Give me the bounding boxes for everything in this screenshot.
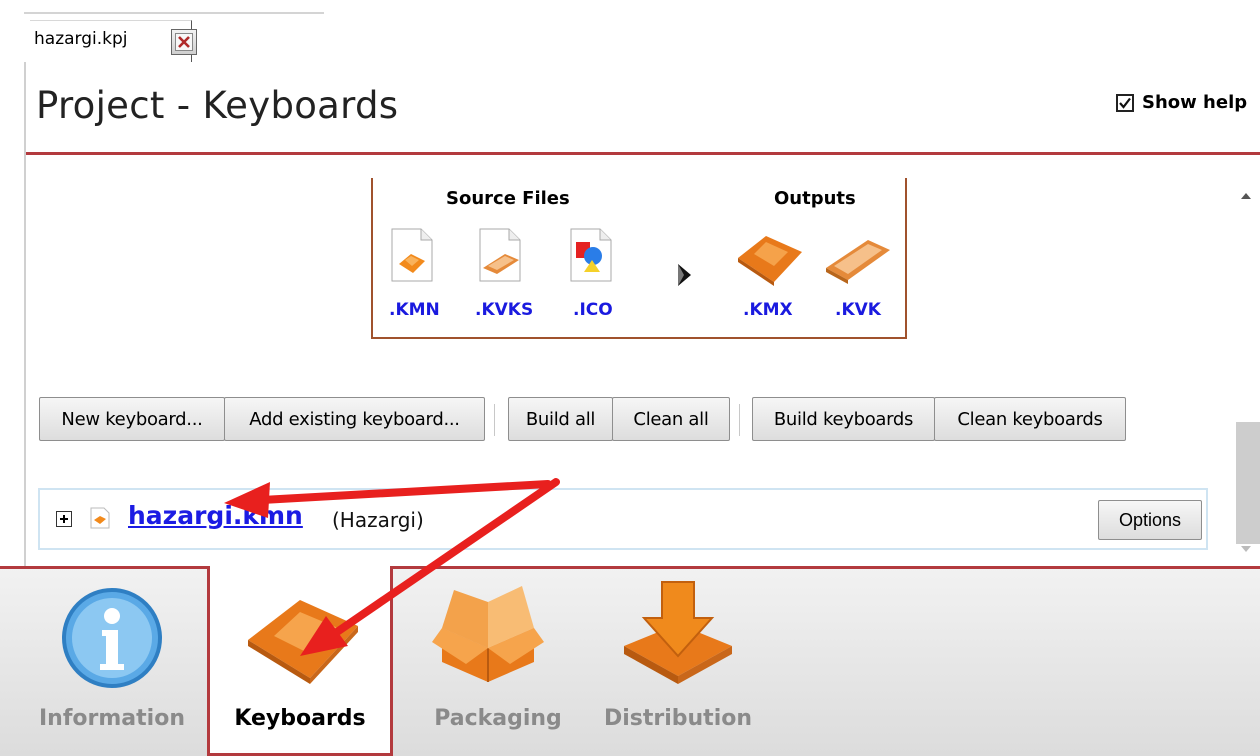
show-help-label: Show help [1142, 92, 1248, 113]
kmx-ext-label: .KMX [743, 300, 793, 320]
ico-ext-label: .ICO [573, 300, 613, 320]
source-files-heading: Source Files [446, 188, 570, 209]
close-tab-icon[interactable] [171, 29, 197, 55]
packaging-box-icon [432, 586, 544, 682]
ico-file-icon [570, 228, 612, 282]
kmn-ext-label: .KMN [389, 300, 440, 320]
keyboards-icon [248, 600, 358, 684]
clean-all-button[interactable]: Clean all [612, 397, 730, 441]
scroll-up-arrow-icon[interactable] [1240, 192, 1252, 200]
kvk-ext-label: .KVK [835, 300, 881, 320]
nav-keyboards-label: Keyboards [234, 706, 366, 731]
nav-packaging[interactable]: Packaging [398, 566, 598, 756]
add-existing-keyboard-button[interactable]: Add existing keyboard... [224, 397, 485, 441]
kvk-output-icon [826, 240, 890, 284]
toolbar-separator [739, 404, 741, 436]
nav-packaging-label: Packaging [434, 706, 562, 731]
show-help-checkbox[interactable]: Show help [1116, 92, 1247, 113]
expand-plus-icon[interactable] [56, 511, 72, 527]
arrow-right-icon [678, 264, 691, 286]
keyboard-display-name: (Hazargi) [332, 508, 424, 532]
build-keyboards-button[interactable]: Build keyboards [752, 397, 935, 441]
clean-keyboards-button[interactable]: Clean keyboards [934, 397, 1126, 441]
kmx-output-icon [738, 236, 802, 286]
nav-distribution-label: Distribution [603, 706, 753, 731]
checkbox-checked-icon[interactable] [1116, 93, 1134, 112]
keyboard-list: hazargi.kmn (Hazargi) Options [38, 488, 1208, 550]
project-file-tab[interactable]: hazargi.kpj [30, 20, 197, 62]
project-file-tab-label: hazargi.kpj [34, 29, 128, 49]
page-title: Project - Keyboards [36, 84, 399, 127]
information-icon [62, 588, 162, 688]
scrollbar-thumb[interactable] [1236, 422, 1260, 544]
kvks-ext-label: .KVKS [475, 300, 534, 320]
distribution-download-icon [624, 581, 732, 684]
build-all-button[interactable]: Build all [508, 397, 613, 441]
header-divider [26, 152, 1260, 155]
keyboard-file-link[interactable]: hazargi.kmn [128, 501, 303, 530]
nav-information[interactable]: Information [22, 566, 202, 756]
keyboard-file-icon [90, 507, 110, 529]
toolbar-separator [494, 404, 496, 436]
nav-keyboards[interactable]: Keyboards [207, 566, 393, 756]
document-tab-strip: hazargi.kpj [0, 0, 1260, 64]
tab-strip-top-line [24, 12, 324, 14]
keyboard-options-button[interactable]: Options [1098, 500, 1202, 540]
nav-information-label: Information [39, 706, 185, 731]
new-keyboard-button[interactable]: New keyboard... [39, 397, 225, 441]
kmn-file-icon [391, 228, 433, 282]
nav-distribution[interactable]: Distribution [588, 566, 768, 756]
kvks-file-icon [479, 228, 521, 282]
outputs-heading: Outputs [774, 188, 856, 209]
scroll-down-arrow-icon[interactable] [1240, 545, 1252, 553]
